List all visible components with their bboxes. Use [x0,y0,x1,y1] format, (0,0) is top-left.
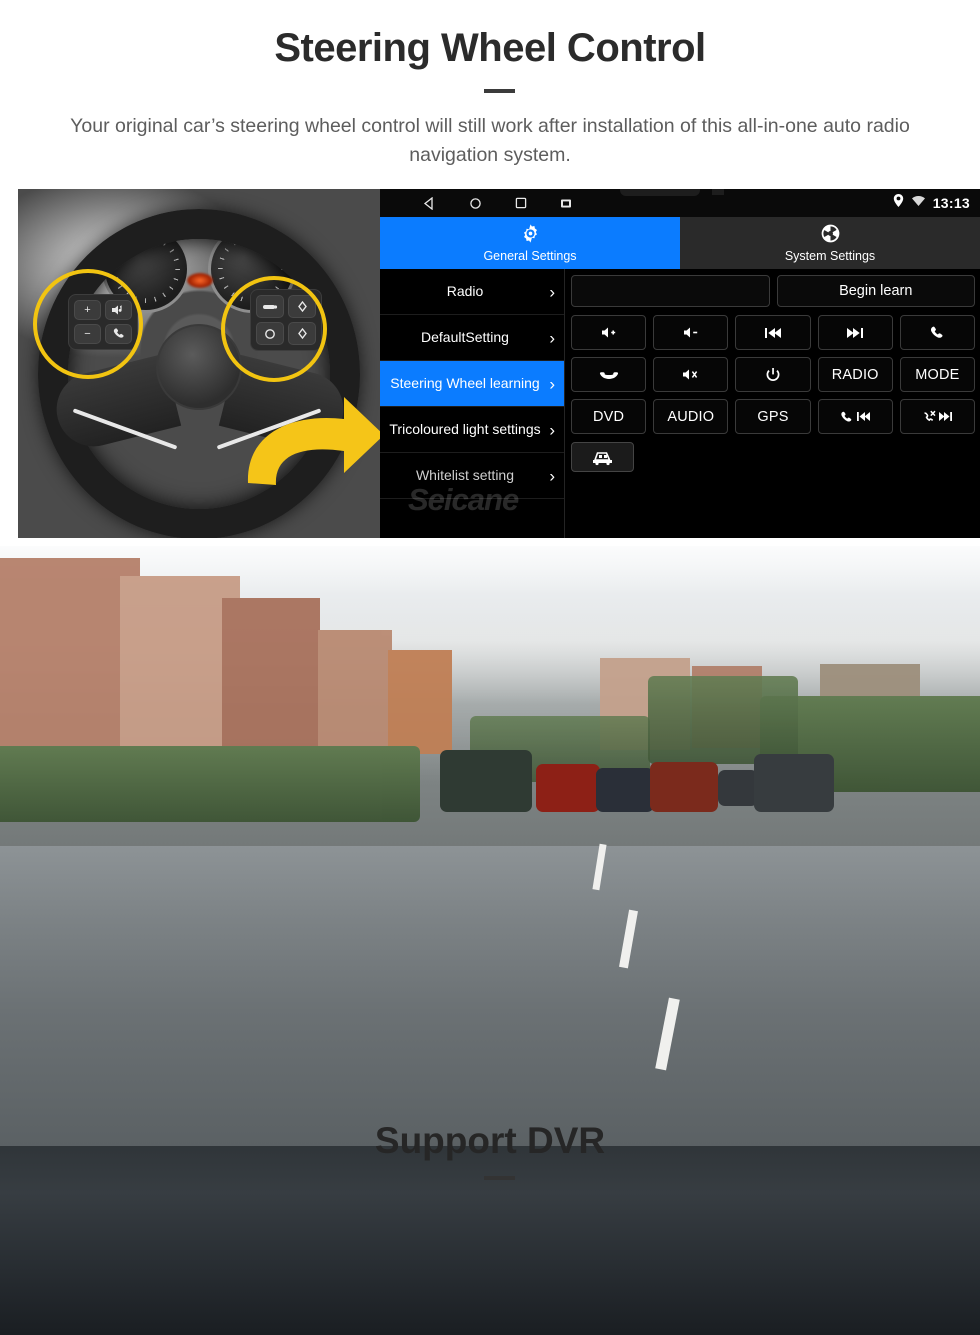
chevron-right-icon: › [549,420,555,439]
section1-subtitle: Your original car’s steering wheel contr… [70,115,910,166]
product-feature-page: Steering Wheel Control Your original car… [0,0,980,1335]
tab-system-settings[interactable]: System Settings [680,217,980,269]
location-pin-icon [893,194,904,212]
key-dvd-label: DVD [592,408,625,425]
shutter-icon [820,223,841,247]
screen-notch-small [712,189,724,195]
yellow-arrow-icon [247,397,380,485]
car-settings-icon[interactable] [571,442,634,472]
next-track-icon [847,327,864,338]
status-clock: 13:13 [932,195,970,211]
recents-square-icon[interactable] [515,197,527,209]
phone-reject-icon [923,410,936,422]
key-radio[interactable]: RADIO [817,357,893,392]
key-phone-answer[interactable] [899,315,975,350]
highlight-circle-left [33,269,143,379]
chevron-right-icon: › [549,374,555,393]
section1-title: Steering Wheel Control [274,26,706,70]
menu-item-tricoloured-light-settings[interactable]: Tricoloured light settings › [380,407,564,453]
next-track-icon [938,412,952,421]
settings-menu-list: Radio › DefaultSetting › Steering Wheel … [380,269,565,538]
key-phone-previous[interactable] [817,399,893,434]
key-gps-label: GPS [757,408,789,425]
head-unit-body: Radio › DefaultSetting › Steering Wheel … [380,269,980,538]
volume-down-icon [683,327,697,338]
menu-item-radio[interactable]: Radio › [380,269,564,315]
key-gps[interactable]: GPS [735,399,811,434]
key-phone-reject-next[interactable] [899,399,975,434]
section2-title: Support DVR [374,1120,606,1161]
menu-item-defaultsetting[interactable]: DefaultSetting › [380,315,564,361]
previous-track-icon [764,327,781,338]
section-steering-wheel-header: Steering Wheel Control Your original car… [0,0,980,185]
menu-item-tricoloured-light-settings-label: Tricoloured light settings [389,421,541,437]
key-volume-up[interactable] [571,315,647,350]
key-dvd[interactable]: DVD [571,399,647,434]
key-next-track[interactable] [817,315,893,350]
phone-answer-icon [841,411,852,422]
mute-icon [682,369,697,380]
key-phone-hangup[interactable] [571,357,647,392]
volume-up-icon [601,327,615,338]
power-icon [766,367,780,381]
head-unit-screen: 13:13 General Settings System Settings R… [380,189,980,538]
highlight-circle-right [221,276,327,382]
tab-general-settings[interactable]: General Settings [380,217,680,269]
tab-general-settings-label: General Settings [483,249,577,263]
tab-system-settings-label: System Settings [784,249,876,263]
key-mute[interactable] [653,357,729,392]
back-triangle-icon[interactable] [423,196,436,210]
gear-icon [520,223,541,247]
menu-item-steering-wheel-learning[interactable]: Steering Wheel learning › [380,361,564,407]
phone-hangup-icon [599,372,618,379]
chevron-right-icon: › [549,328,555,347]
wifi-icon [911,194,926,212]
steering-wheel-photo: + − [18,189,380,538]
home-circle-icon[interactable] [469,197,482,210]
key-assignment-grid: RADIO MODE DVD AUDIO GPS [571,315,975,434]
menu-item-whitelist-setting[interactable]: Whitelist setting › [380,453,564,499]
section-support-dvr: Support DVR (Optional function, require … [0,546,980,1335]
menu-item-steering-wheel-learning-label: Steering Wheel learning [390,375,540,391]
android-status-bar: 13:13 [380,189,980,217]
key-volume-down[interactable] [653,315,729,350]
android-nav-buttons [423,196,572,210]
learning-key-input[interactable] [571,275,770,307]
steering-wheel-learning-panel: Begin learn RADIO MODE DVD AUDIO GPS [565,269,980,538]
key-radio-label: RADIO [831,366,879,383]
screenshot-icon[interactable] [560,198,572,209]
key-mode-label: MODE [915,366,960,383]
status-bar-right: 13:13 [893,189,970,217]
key-previous-track[interactable] [735,315,811,350]
begin-learn-button[interactable]: Begin learn [776,275,975,307]
steering-wheel-media-band: + − 13:13 General Settings System Settin… [18,189,980,538]
chevron-right-icon: › [549,282,555,301]
key-audio-label: AUDIO [667,408,715,425]
chevron-right-icon: › [549,466,555,485]
learning-top-row: Begin learn [571,275,975,307]
key-audio[interactable]: AUDIO [653,399,729,434]
key-power[interactable] [735,357,811,392]
road-surface [0,750,980,1146]
key-mode[interactable]: MODE [899,357,975,392]
phone-answer-icon [931,326,943,338]
previous-track-icon [856,412,870,421]
screen-notch [620,189,700,196]
head-unit-tabs: General Settings System Settings [380,217,980,269]
section2-divider [484,1176,515,1180]
menu-item-whitelist-setting-label: Whitelist setting [415,467,515,483]
menu-item-radio-label: Radio [446,283,484,299]
bottom-toolbar [571,442,975,472]
section1-divider [484,89,515,93]
menu-item-defaultsetting-label: DefaultSetting [421,329,509,345]
